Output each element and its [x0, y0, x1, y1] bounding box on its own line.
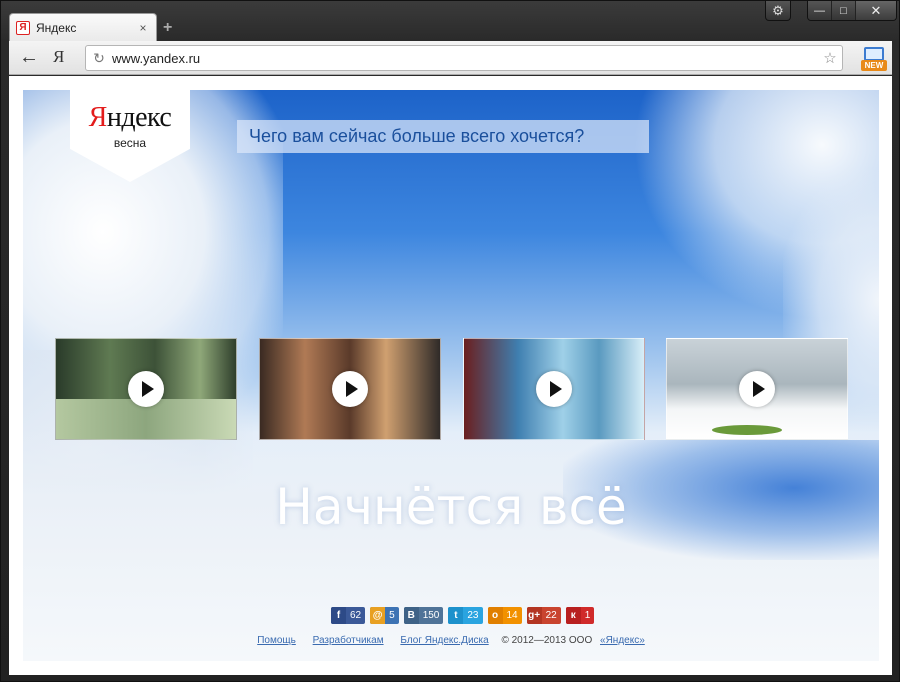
settings-button[interactable]: ⚙ — [765, 1, 791, 21]
share-count: 14 — [506, 610, 518, 621]
tab-yandex[interactable]: Я Яндекс × — [9, 13, 157, 41]
googleplus-icon: g+ — [526, 607, 542, 624]
minimize-button[interactable]: — — [808, 1, 832, 20]
share-buttons: f 62 @5 В 150 t 23 о 14 g+ 22 к 1 — [331, 607, 595, 624]
logo-wordmark: Яндекс — [88, 102, 172, 133]
reload-icon[interactable]: ↻ — [86, 50, 112, 67]
share-count: 62 — [350, 610, 362, 621]
facebook-icon: f — [331, 607, 346, 624]
yandex-favicon-icon: Я — [16, 20, 30, 35]
footer: Помощь Разработчикам Блог Яндекс.Диска ©… — [23, 635, 879, 646]
tab-title: Яндекс — [36, 20, 77, 35]
share-count: 22 — [545, 610, 557, 621]
share-button-moikrug[interactable]: к1 — [565, 607, 595, 624]
video-thumbnail-1[interactable] — [55, 338, 237, 440]
window-controls: — □ ✕ — [807, 1, 897, 21]
play-icon[interactable] — [128, 371, 164, 407]
share-button-twitter[interactable]: t 23 — [448, 607, 483, 624]
play-icon[interactable] — [739, 371, 775, 407]
share-button-googleplus[interactable]: g+ 22 — [526, 607, 561, 624]
twitter-icon: t — [448, 607, 464, 624]
play-icon[interactable] — [536, 371, 572, 407]
footer-copyright: © 2012—2013 ООО — [501, 635, 593, 646]
headline-question: Чего вам сейчас больше всего хочется? — [237, 120, 649, 153]
share-button-facebook[interactable]: f 62 — [331, 607, 366, 624]
gear-icon: ⚙ — [772, 2, 784, 18]
close-button[interactable]: ✕ — [856, 1, 896, 20]
odnoklassniki-icon: о — [487, 607, 503, 624]
share-button-vkontakte[interactable]: В 150 — [403, 607, 444, 624]
new-tab-button[interactable]: + — [163, 19, 172, 37]
share-count: 5 — [389, 610, 395, 621]
share-count: 150 — [422, 610, 440, 621]
video-thumbnail-2[interactable] — [259, 338, 441, 440]
moikrug-icon: к — [565, 607, 581, 624]
browser-window: Я Яндекс × + ⚙ — □ ✕ ← Я ↻ www.yandex.ru… — [0, 0, 900, 682]
url-text[interactable]: www.yandex.ru — [112, 51, 818, 66]
video-thumbnail-3[interactable] — [463, 338, 645, 440]
slogan: Начнётся всё — [275, 478, 627, 536]
new-badge-label: NEW — [861, 60, 887, 71]
play-icon[interactable] — [332, 371, 368, 407]
address-bar[interactable]: ↻ www.yandex.ru ☆ — [85, 45, 843, 71]
footer-link-developers[interactable]: Разработчикам — [313, 635, 384, 646]
tab-close-icon[interactable]: × — [136, 21, 150, 35]
logo-subtitle: весна — [113, 136, 147, 150]
footer-link-blog[interactable]: Блог Яндекс.Диска — [400, 635, 488, 646]
screen-icon — [864, 47, 884, 61]
new-tab-badge-button[interactable]: NEW — [861, 47, 887, 71]
back-button[interactable]: ← — [19, 46, 39, 69]
page-viewport: Яндекс весна Чего вам сейчас больше всег… — [9, 76, 892, 675]
tab-strip: Я Яндекс × + ⚙ — □ ✕ — [1, 1, 900, 41]
share-button-odnoklassniki[interactable]: о 14 — [487, 607, 522, 624]
share-button-mailru[interactable]: @5 — [370, 607, 399, 624]
share-count: 1 — [584, 610, 591, 621]
video-thumbnail-4[interactable] — [666, 338, 848, 440]
footer-link-company[interactable]: «Яндекс» — [600, 635, 645, 646]
yandex-spring-page: Яндекс весна Чего вам сейчас больше всег… — [23, 90, 879, 661]
yandex-home-button[interactable]: Я — [53, 47, 64, 67]
share-count: 23 — [467, 610, 479, 621]
vkontakte-icon: В — [403, 607, 419, 624]
footer-link-help[interactable]: Помощь — [257, 635, 296, 646]
maximize-button[interactable]: □ — [832, 1, 856, 20]
bookmark-star-icon[interactable]: ☆ — [818, 49, 842, 67]
mailru-icon: @ — [370, 607, 386, 624]
browser-toolbar: ← Я ↻ www.yandex.ru ☆ NEW — [9, 41, 892, 75]
